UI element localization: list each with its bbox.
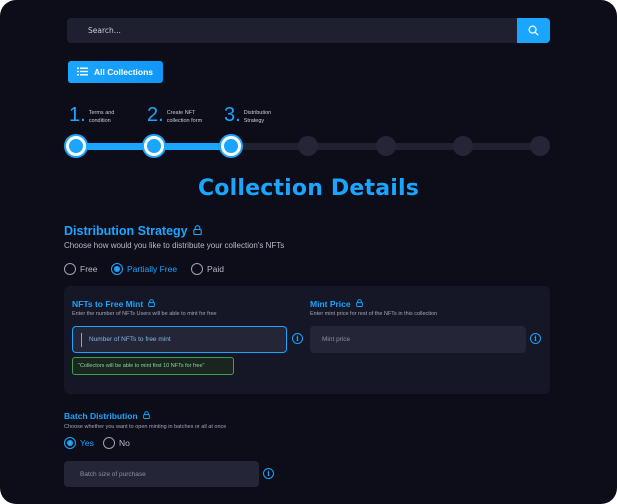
mint-price-input[interactable]: Mint price [310,326,526,353]
lock-icon [355,299,363,309]
step-3: 3. Distribution Strategy [224,104,278,126]
lock-icon [192,224,202,238]
radio-paid-circle[interactable] [191,263,203,275]
radio-free[interactable]: Free [64,263,97,275]
free-mint-placeholder: Number of NFTs to free mint [89,336,171,343]
step-1-label: Terms and condition [88,110,115,124]
free-mint-input[interactable]: Number of NFTs to free mint [72,326,287,353]
text-cursor [81,333,82,347]
info-icon[interactable]: i [530,333,541,344]
step-node-4[interactable] [298,136,318,156]
step-3-label: Distribution Strategy [243,110,272,124]
radio-yes-circle[interactable] [64,437,76,449]
batch-size-placeholder: Batch size of purchase [80,470,146,478]
step-node-3[interactable] [221,136,241,156]
step-2: 2. Create NFT collection form [147,104,211,126]
search-bar [67,18,550,43]
batch-label-text: Batch Distribution [64,411,138,421]
batch-label: Batch Distribution [64,411,150,421]
free-mint-tip-text: "Collectors will be able to mint first 1… [78,363,205,369]
mint-price-hint: Enter mint price for rest of the NFTs in… [310,311,438,317]
distribution-title: Distribution Strategy [64,224,202,238]
search-button[interactable] [517,18,550,43]
mint-price-placeholder: Mint price [322,336,351,343]
info-icon[interactable]: i [263,468,274,479]
radio-free-circle[interactable] [64,263,76,275]
batch-hint: Choose whether you want to open minting … [64,424,227,430]
mint-price-label: Mint Price [310,299,363,309]
radio-paid-label: Paid [207,264,225,274]
page-title: Collection Details [197,176,420,201]
radio-no[interactable]: No [103,437,130,449]
mint-price-label-text: Mint Price [310,299,351,309]
app-frame: All Collections 1. Terms and condition 2… [0,0,617,504]
radio-yes-label: Yes [80,438,94,448]
search-input[interactable] [67,18,517,43]
all-collections-button[interactable]: All Collections [68,61,163,83]
step-node-5[interactable] [376,136,396,156]
step-1: 1. Terms and condition [69,104,123,126]
radio-partially-free[interactable]: Partially Free [111,263,177,275]
radio-partially-free-label: Partially Free [127,264,178,274]
step-3-number: 3. [224,104,241,126]
free-mint-hint: Enter the number of NFTs Users will be a… [72,311,217,317]
step-node-2[interactable] [144,136,164,156]
radio-partially-free-circle[interactable] [111,263,123,275]
lock-icon [148,299,156,309]
step-node-1[interactable] [66,136,86,156]
search-icon [528,21,539,40]
step-2-label: Create NFT collection form [166,110,203,124]
radio-yes[interactable]: Yes [64,437,94,449]
step-node-6[interactable] [453,136,473,156]
free-mint-tip: "Collectors will be able to mint first 1… [72,357,234,375]
lock-icon [142,411,150,421]
radio-no-circle[interactable] [103,437,115,449]
free-mint-label: NFTs to Free Mint [72,299,156,309]
radio-free-label: Free [80,264,98,274]
step-node-7[interactable] [530,136,550,156]
distribution-subtitle: Choose how would you like to distribute … [64,241,285,250]
step-1-number: 1. [69,104,86,126]
batch-size-input[interactable]: Batch size of purchase [64,461,259,487]
free-mint-label-text: NFTs to Free Mint [72,299,144,309]
radio-no-label: No [119,438,130,448]
distribution-title-text: Distribution Strategy [64,224,188,238]
all-collections-label: All Collections [94,67,154,77]
radio-paid[interactable]: Paid [191,263,224,275]
list-icon [77,67,88,78]
step-2-number: 2. [147,104,164,126]
info-icon[interactable]: i [292,333,303,344]
